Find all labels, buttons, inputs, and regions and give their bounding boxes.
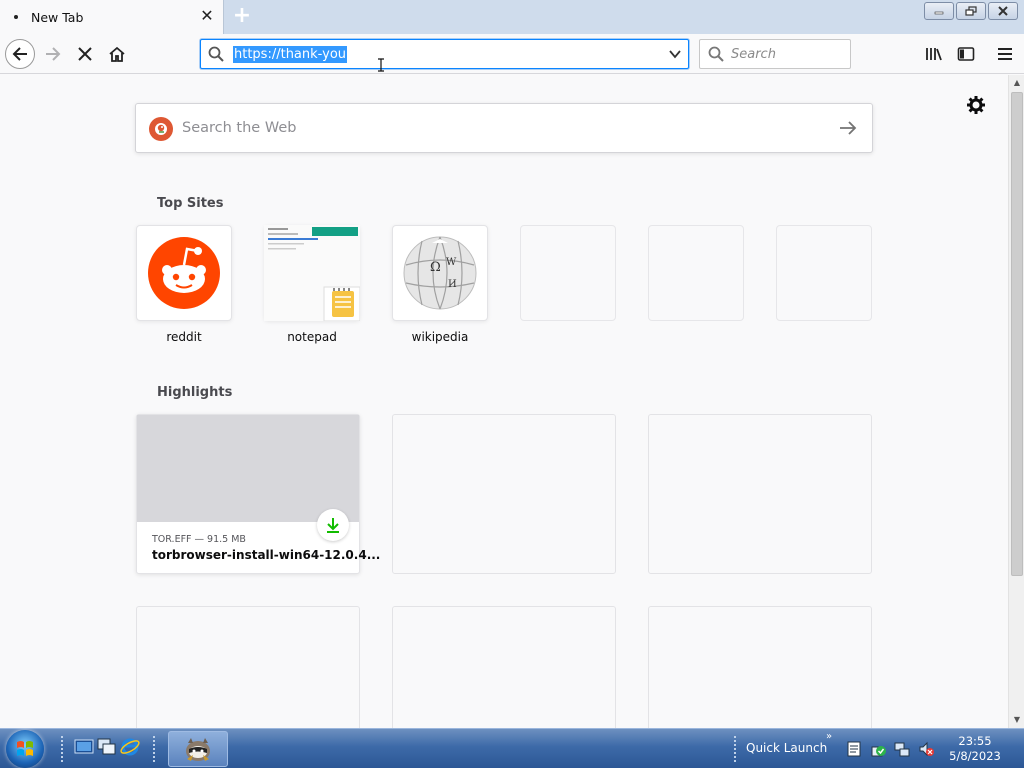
download-icon — [327, 518, 339, 533]
top-site-tile-empty — [776, 225, 872, 321]
top-site-label-wikipedia[interactable]: wikipedia — [392, 330, 488, 344]
web-search-placeholder: Search the Web — [182, 120, 297, 136]
taskbar-app-button[interactable] — [168, 731, 228, 767]
top-site-label-reddit[interactable]: reddit — [136, 330, 232, 344]
scroll-down-arrow-icon[interactable]: ▼ — [1009, 712, 1024, 728]
navigation-toolbar: https://thank-you Search — [0, 34, 1024, 74]
wikipedia-icon: Ω W И — [403, 236, 477, 310]
chevron-down-icon — [669, 50, 681, 59]
top-site-tile-notepad[interactable] — [264, 225, 360, 321]
gear-icon[interactable] — [966, 95, 986, 115]
back-button[interactable] — [4, 38, 36, 70]
back-icon — [5, 39, 35, 69]
reddit-icon — [148, 237, 220, 309]
highlights-title: Highlights — [157, 385, 233, 400]
search-bar[interactable]: Search — [699, 39, 851, 69]
volume-muted-icon[interactable] — [918, 741, 934, 757]
highlight-card-empty — [392, 606, 616, 728]
tab-title: New Tab — [31, 10, 84, 25]
quick-launch-label[interactable]: Quick Launch — [746, 741, 827, 755]
window-close-button[interactable] — [988, 2, 1018, 20]
taskbar-grip[interactable] — [60, 735, 64, 763]
quick-launch-chevron-icon[interactable]: » — [826, 731, 832, 742]
library-icon — [926, 48, 942, 61]
clock-date: 5/8/2023 — [949, 749, 1001, 763]
home-icon — [109, 46, 125, 62]
stop-icon — [78, 47, 92, 61]
system-clock[interactable]: 23:55 5/8/2023 — [940, 734, 1010, 764]
home-button[interactable] — [101, 38, 133, 70]
raccoon-app-icon — [186, 738, 210, 761]
svg-text:W: W — [446, 257, 457, 268]
menu-button[interactable] — [989, 38, 1021, 70]
restore-button[interactable] — [956, 2, 986, 20]
stop-button[interactable] — [69, 38, 101, 70]
duckduckgo-icon — [149, 117, 173, 141]
new-tab-page: Search the Web Top Sites Ω W И reddit no… — [0, 75, 1008, 728]
highlight-card-empty — [392, 414, 616, 574]
sidebar-button[interactable] — [950, 38, 982, 70]
internet-explorer-icon[interactable] — [120, 737, 140, 757]
top-site-tile-wikipedia[interactable]: Ω W И — [392, 225, 488, 321]
top-site-tile-empty — [648, 225, 744, 321]
sidebar-icon — [957, 47, 975, 61]
taskbar: Quick Launch » 23:55 5/8/2023 — [0, 728, 1024, 768]
top-site-tile-reddit[interactable] — [136, 225, 232, 321]
network-icon[interactable] — [894, 741, 910, 757]
download-badge — [317, 509, 349, 541]
top-site-tile-empty — [520, 225, 616, 321]
hamburger-menu-icon — [998, 48, 1012, 60]
forward-icon — [46, 47, 61, 61]
highlight-thumbnail — [137, 415, 359, 522]
highlight-card[interactable]: TOR.EFF — 91.5 MB torbrowser-install-win… — [136, 414, 380, 574]
tab-new-tab[interactable]: New Tab ✕ — [0, 0, 224, 34]
search-bar-placeholder: Search — [731, 47, 776, 62]
highlight-source: TOR.EFF — 91.5 MB — [152, 534, 246, 545]
taskbar-grip[interactable] — [152, 735, 156, 763]
minimize-button[interactable] — [924, 2, 954, 20]
scroll-up-arrow-icon[interactable]: ▲ — [1009, 75, 1024, 91]
highlight-title: torbrowser-install-win64-12.0.4... — [152, 548, 381, 562]
taskbar-grip[interactable] — [733, 735, 737, 763]
tab-strip: New Tab ✕ + — [0, 0, 1024, 34]
tray-security-icon[interactable] — [870, 741, 886, 757]
tray-document-icon[interactable] — [846, 741, 862, 757]
clock-time: 23:55 — [958, 734, 992, 748]
arrow-right-icon[interactable] — [838, 119, 858, 137]
svg-text:Ω: Ω — [430, 260, 441, 275]
forward-button[interactable] — [37, 38, 69, 70]
search-icon — [208, 46, 224, 62]
highlight-card-empty — [648, 606, 872, 728]
web-search-box[interactable]: Search the Web — [135, 103, 873, 153]
vertical-scrollbar[interactable]: ▲ ▼ — [1008, 75, 1024, 728]
highlight-card-empty — [136, 606, 360, 728]
window-controls — [924, 2, 1018, 20]
start-button[interactable] — [6, 730, 44, 768]
url-input-value[interactable]: https://thank-you — [233, 46, 348, 63]
url-bar[interactable]: https://thank-you — [200, 39, 689, 69]
close-icon — [998, 6, 1008, 16]
switch-windows-icon[interactable] — [97, 737, 117, 757]
scrollbar-thumb[interactable] — [1011, 92, 1023, 576]
top-sites-title: Top Sites — [157, 196, 224, 211]
svg-text:И: И — [448, 279, 457, 290]
search-icon — [708, 46, 724, 62]
windows-logo-icon — [17, 741, 33, 756]
highlight-card-empty — [648, 414, 872, 574]
library-button[interactable] — [918, 38, 950, 70]
notepad-thumbnail-icon — [264, 225, 360, 321]
new-tab-button[interactable]: + — [230, 4, 254, 28]
top-site-label-notepad[interactable]: notepad — [264, 330, 360, 344]
show-desktop-icon[interactable] — [74, 737, 94, 757]
tab-close-icon[interactable]: ✕ — [199, 8, 215, 24]
restore-icon — [965, 6, 977, 16]
text-cursor-icon — [378, 58, 384, 72]
tab-loading-indicator — [14, 15, 18, 19]
minimize-icon — [934, 11, 944, 15]
